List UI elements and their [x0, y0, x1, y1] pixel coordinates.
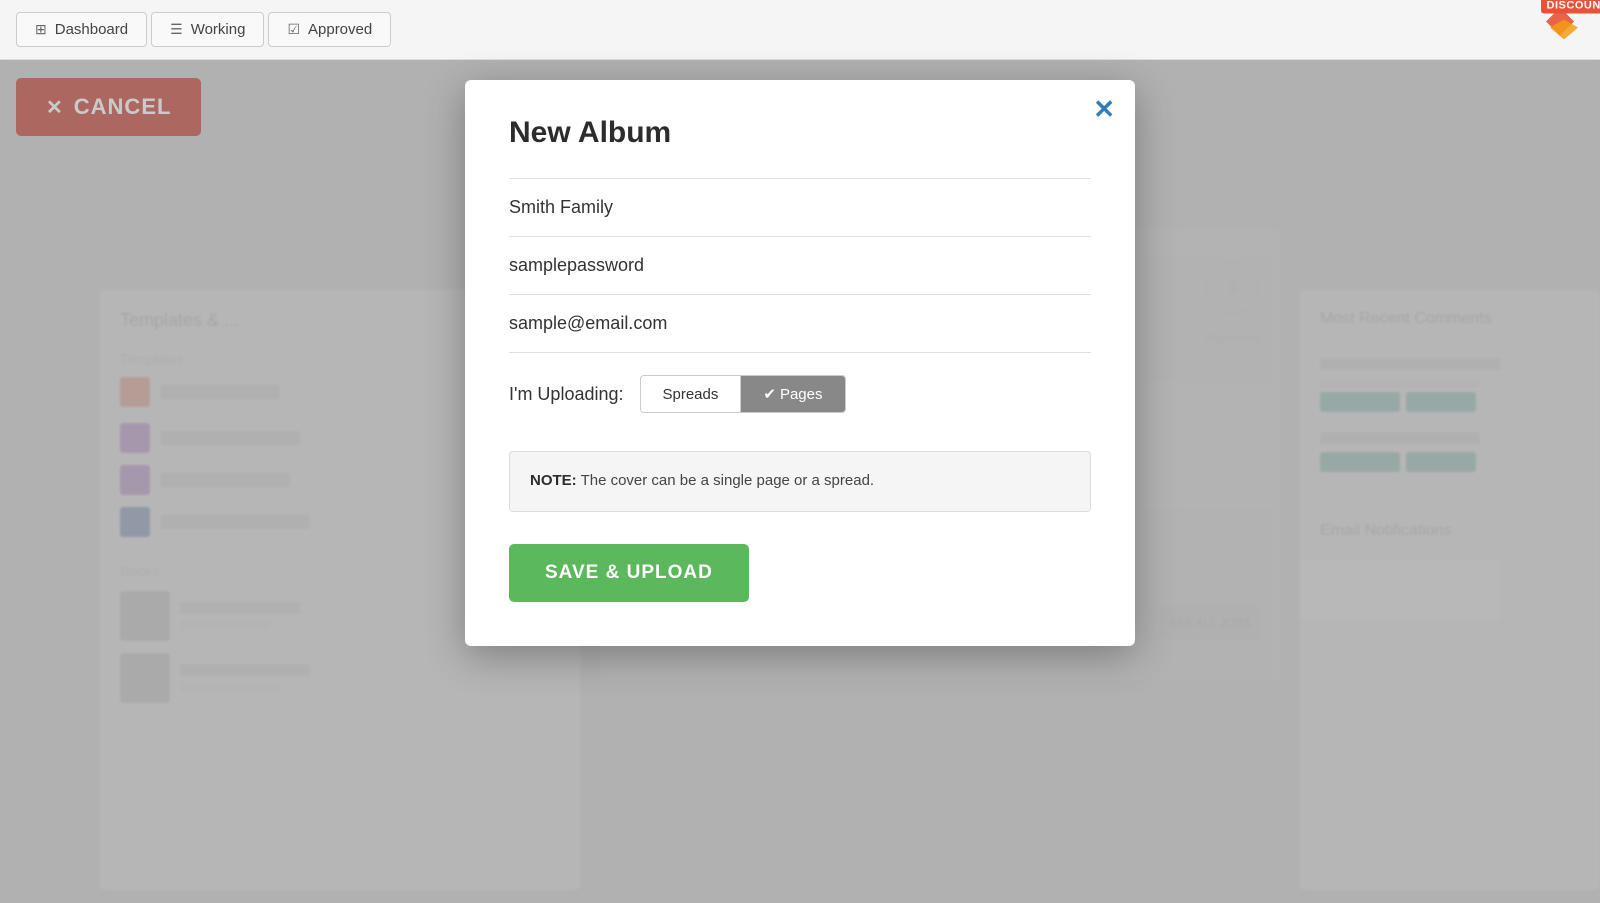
file-icon: ☰	[170, 21, 183, 38]
email-field: sample@email.com	[509, 294, 1091, 352]
note-bold: NOTE:	[530, 472, 577, 489]
note-text: The cover can be a single page or a spre…	[577, 472, 874, 489]
email-value: sample@email.com	[509, 313, 667, 333]
tab-dashboard[interactable]: ⊞ Dashboard	[16, 12, 147, 47]
tab-approved[interactable]: ☑ Approved	[268, 12, 391, 47]
close-icon: ✕	[1093, 94, 1115, 124]
upload-type-toggle: Spreads ✔Pages	[640, 375, 846, 413]
modal-overlay: ✕ New Album Smith Family samplepassword …	[0, 60, 1600, 903]
logo-wrapper: DISCOUNT	[1536, 3, 1584, 56]
check-icon: ☑	[287, 21, 300, 38]
album-name-field: Smith Family	[509, 178, 1091, 236]
discount-badge: DISCOUNT	[1541, 0, 1600, 13]
album-name-value: Smith Family	[509, 197, 613, 217]
save-upload-label: SAVE & UPLOAD	[545, 562, 713, 583]
uploading-row: I'm Uploading: Spreads ✔Pages	[509, 352, 1091, 431]
tab-working[interactable]: ☰ Working	[151, 12, 264, 47]
spreads-label: Spreads	[663, 386, 719, 403]
logo-area: DISCOUNT	[1536, 3, 1584, 56]
password-value: samplepassword	[509, 255, 644, 275]
modal-title: New Album	[509, 116, 1091, 150]
spreads-button[interactable]: Spreads	[641, 376, 741, 412]
tab-approved-label: Approved	[308, 21, 372, 38]
pages-label: Pages	[780, 386, 823, 403]
note-box: NOTE: The cover can be a single page or …	[509, 451, 1091, 512]
top-nav: ⊞ Dashboard ☰ Working ☑ Approved DISCOUN…	[0, 0, 1600, 60]
save-upload-button[interactable]: SAVE & UPLOAD	[509, 544, 749, 602]
grid-icon: ⊞	[35, 21, 47, 38]
modal-dialog: ✕ New Album Smith Family samplepassword …	[465, 80, 1135, 646]
uploading-label: I'm Uploading:	[509, 384, 624, 405]
tab-working-label: Working	[191, 21, 246, 38]
password-field: samplepassword	[509, 236, 1091, 294]
check-mark-icon: ✔	[763, 386, 776, 403]
pages-button[interactable]: ✔Pages	[740, 376, 844, 412]
modal-close-button[interactable]: ✕	[1093, 96, 1115, 122]
tab-dashboard-label: Dashboard	[55, 21, 128, 38]
